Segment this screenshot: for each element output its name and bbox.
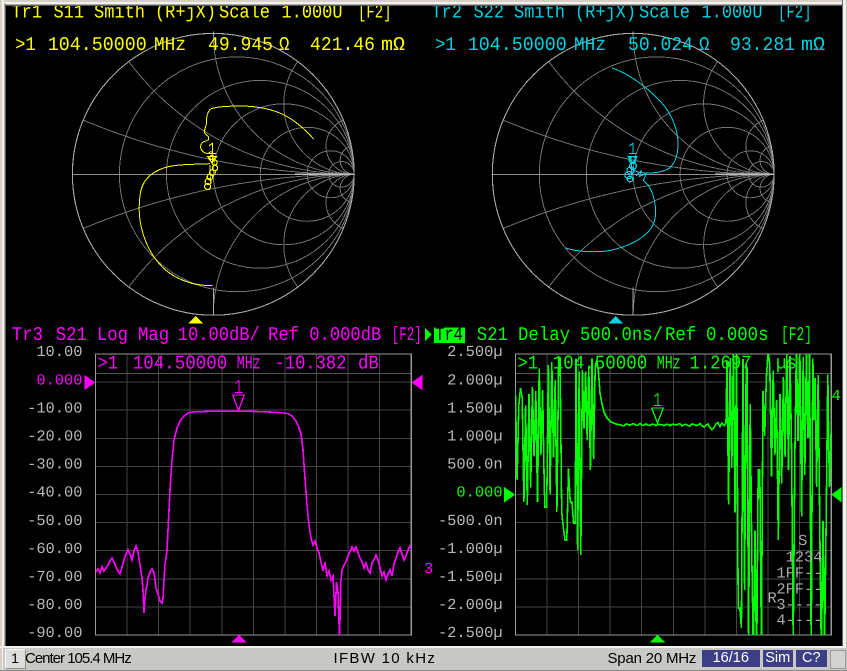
svg-text:10.00dB/: 10.00dB/ [178, 324, 260, 346]
svg-text:49.945: 49.945 [208, 34, 273, 56]
svg-text:Ref: Ref [268, 324, 299, 346]
svg-text:-10.382: -10.382 [275, 353, 347, 375]
svg-text:-20.00: -20.00 [27, 428, 82, 446]
svg-text:Ω: Ω [279, 34, 290, 56]
svg-text:0.000s: 0.000s [706, 324, 769, 346]
svg-text:-2.500µ: -2.500µ [438, 624, 503, 642]
svg-text:2.500µ: 2.500µ [447, 343, 502, 361]
svg-text:>1: >1 [517, 353, 538, 375]
svg-text:0.000dB: 0.000dB [309, 324, 381, 346]
svg-text:1.000µ: 1.000µ [447, 428, 502, 446]
svg-text:500.0n: 500.0n [447, 456, 502, 474]
svg-text:dB: dB [358, 353, 379, 375]
svg-text:[F2]: [F2] [781, 324, 812, 346]
svg-text:mΩ: mΩ [381, 34, 405, 56]
svg-text:µs: µs [776, 353, 797, 375]
svg-text:104.50000: 104.50000 [48, 34, 147, 56]
svg-text:104.50000: 104.50000 [133, 353, 227, 375]
svg-text:>1: >1 [435, 34, 456, 56]
svg-text:-80.00: -80.00 [27, 596, 82, 614]
svg-text:3: 3 [424, 560, 433, 578]
svg-text:10.00: 10.00 [36, 343, 82, 361]
svg-text:R: R [768, 590, 777, 608]
svg-text:MHz: MHz [574, 34, 606, 56]
svg-text:421.46: 421.46 [310, 34, 375, 56]
svg-text:1.500µ: 1.500µ [447, 399, 502, 417]
svg-text:[F2]: [F2] [392, 324, 422, 346]
svg-text:S: S [798, 532, 807, 550]
svg-text:MHz: MHz [154, 34, 186, 56]
svg-text:-70.00: -70.00 [27, 568, 82, 586]
svg-text:104.50000: 104.50000 [468, 34, 567, 56]
svg-text:93.281: 93.281 [730, 34, 795, 56]
svg-text:-1.500µ: -1.500µ [438, 568, 503, 586]
svg-text:4: 4 [832, 387, 841, 405]
svg-text:104.50000: 104.50000 [553, 353, 647, 375]
svg-text:4----: 4---- [776, 612, 822, 630]
svg-text:MHz: MHz [237, 353, 261, 375]
svg-text:2.000µ: 2.000µ [447, 371, 502, 389]
svg-text:-50.00: -50.00 [27, 512, 82, 530]
svg-text:-40.00: -40.00 [27, 484, 82, 502]
svg-text:-1.000µ: -1.000µ [438, 540, 503, 558]
svg-text:Log: Log [97, 324, 128, 346]
svg-text:1.2697: 1.2697 [690, 353, 752, 375]
svg-text:Ω: Ω [699, 34, 710, 56]
svg-text:50.024: 50.024 [628, 34, 693, 56]
svg-text:-90.00: -90.00 [27, 624, 82, 642]
svg-text:0.000: 0.000 [456, 484, 502, 502]
svg-text:>1: >1 [15, 34, 36, 56]
svg-text:Delay: Delay [518, 324, 570, 346]
svg-text:MHz: MHz [657, 353, 681, 375]
svg-text:>1: >1 [97, 353, 118, 375]
svg-text:mΩ: mΩ [801, 34, 825, 56]
svg-text:Mag: Mag [138, 324, 169, 346]
svg-text:-500.0n: -500.0n [438, 512, 503, 530]
svg-text:-60.00: -60.00 [27, 540, 82, 558]
svg-text:-10.00: -10.00 [27, 399, 82, 417]
svg-text:-2.000µ: -2.000µ [438, 596, 503, 614]
svg-text:500.0ns/: 500.0ns/ [580, 324, 663, 346]
svg-text:Ref: Ref [665, 324, 696, 346]
svg-text:0.000: 0.000 [36, 371, 82, 389]
svg-text:-30.00: -30.00 [27, 456, 82, 474]
